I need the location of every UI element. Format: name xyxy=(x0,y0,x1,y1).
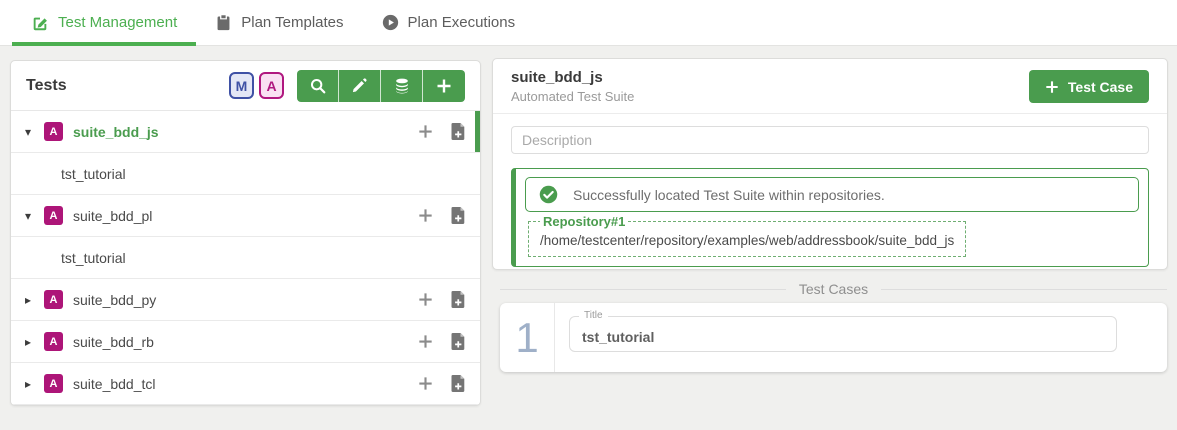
add-test-case-label: Test Case xyxy=(1068,79,1133,95)
add-suite-button[interactable] xyxy=(423,70,465,102)
chevron-right-icon[interactable]: ▸ xyxy=(25,377,44,391)
play-circle-icon xyxy=(382,14,399,31)
chevron-right-icon[interactable]: ▸ xyxy=(25,335,44,349)
automated-badge: A xyxy=(44,374,63,393)
test-cases-divider-label: Test Cases xyxy=(799,281,868,297)
import-file-icon[interactable] xyxy=(451,123,466,140)
app-window: Test Management Plan Templates Plan Exec… xyxy=(0,0,1177,430)
repository-fieldset: Repository#1 /home/testcenter/repository… xyxy=(528,214,966,257)
row-actions xyxy=(417,207,466,224)
tab-plan-executions[interactable]: Plan Executions xyxy=(363,0,535,46)
tests-panel-title: Tests xyxy=(26,77,229,95)
divider-line xyxy=(500,289,786,290)
suite-name: suite_bdd_js xyxy=(73,124,159,140)
suite-subtitle: Automated Test Suite xyxy=(511,89,634,104)
description-input[interactable] xyxy=(511,126,1149,154)
add-test-icon[interactable] xyxy=(417,333,434,350)
suite-title: suite_bdd_js xyxy=(511,69,634,86)
tab-test-management[interactable]: Test Management xyxy=(12,0,196,46)
suite-detail-header: suite_bdd_js Automated Test Suite Test C… xyxy=(493,59,1167,114)
repository-button[interactable] xyxy=(381,70,423,102)
repository-label: Repository#1 xyxy=(540,214,628,229)
automated-badge: A xyxy=(44,332,63,351)
automated-badge: A xyxy=(44,206,63,225)
tab-label: Test Management xyxy=(58,14,177,31)
add-test-icon[interactable] xyxy=(417,207,434,224)
divider-line xyxy=(881,289,1167,290)
import-file-icon[interactable] xyxy=(451,207,466,224)
tests-toolbar xyxy=(297,70,465,102)
search-button[interactable] xyxy=(297,70,339,102)
suite-detail-body: Successfully located Test Suite within r… xyxy=(493,114,1167,279)
import-file-icon[interactable] xyxy=(451,291,466,308)
add-test-case-button[interactable]: Test Case xyxy=(1029,70,1149,103)
test-case-card: 1 Title xyxy=(500,303,1167,372)
chevron-down-icon[interactable]: ▾ xyxy=(25,125,44,139)
tree-item-suite_bdd_js[interactable]: ▾ A suite_bdd_js xyxy=(11,111,480,153)
import-file-icon[interactable] xyxy=(451,375,466,392)
test-name: tst_tutorial xyxy=(61,250,126,266)
filter-automated-badge[interactable]: A xyxy=(259,72,284,99)
row-actions xyxy=(417,291,466,308)
suite-name: suite_bdd_rb xyxy=(73,334,154,350)
tab-label: Plan Executions xyxy=(408,14,516,31)
top-nav: Test Management Plan Templates Plan Exec… xyxy=(0,0,1177,46)
tests-panel: Tests M A xyxy=(10,60,481,406)
row-actions xyxy=(417,333,466,350)
tree-item-suite_bdd_tcl[interactable]: ▸ A suite_bdd_tcl xyxy=(11,363,480,405)
repository-path: /home/testcenter/repository/examples/web… xyxy=(540,233,954,248)
title-field-label: Title xyxy=(579,310,608,321)
tree-item-tst_tutorial[interactable]: tst_tutorial xyxy=(11,237,480,279)
success-alert: Successfully located Test Suite within r… xyxy=(525,177,1139,212)
tab-label: Plan Templates xyxy=(241,14,343,31)
repository-status-panel: Successfully located Test Suite within r… xyxy=(511,168,1149,267)
test-cases-divider: Test Cases xyxy=(500,281,1167,297)
search-icon xyxy=(309,77,327,95)
clipboard-icon xyxy=(215,14,232,31)
test-case-number: 1 xyxy=(500,303,555,372)
success-message: Successfully located Test Suite within r… xyxy=(573,187,885,203)
title-field: Title xyxy=(569,316,1117,352)
automated-badge: A xyxy=(44,122,63,141)
test-case-title-input[interactable] xyxy=(569,316,1117,352)
tree-item-tst_tutorial[interactable]: tst_tutorial xyxy=(11,153,480,195)
plus-icon xyxy=(436,78,452,94)
suite-name: suite_bdd_tcl xyxy=(73,376,156,392)
test-case-content: Title xyxy=(555,303,1117,372)
plus-icon xyxy=(1045,80,1059,94)
add-test-icon[interactable] xyxy=(417,291,434,308)
test-name: tst_tutorial xyxy=(61,166,126,182)
suite-name: suite_bdd_py xyxy=(73,292,156,308)
tree-item-suite_bdd_rb[interactable]: ▸ A suite_bdd_rb xyxy=(11,321,480,363)
import-file-icon[interactable] xyxy=(451,333,466,350)
edit-square-icon xyxy=(31,14,49,32)
row-actions xyxy=(417,375,466,392)
tree-item-suite_bdd_py[interactable]: ▸ A suite_bdd_py xyxy=(11,279,480,321)
add-test-icon[interactable] xyxy=(417,375,434,392)
pencil-icon xyxy=(351,77,368,94)
edit-button[interactable] xyxy=(339,70,381,102)
tests-tree: ▾ A suite_bdd_js tst_tutorial ▾ A suite_… xyxy=(11,111,480,405)
filter-manual-badge[interactable]: M xyxy=(229,72,254,99)
database-icon xyxy=(393,77,411,95)
tests-panel-header: Tests M A xyxy=(11,61,480,111)
add-test-icon[interactable] xyxy=(417,123,434,140)
check-circle-icon xyxy=(539,185,558,204)
suite-detail-panel: suite_bdd_js Automated Test Suite Test C… xyxy=(492,58,1168,270)
tree-item-suite_bdd_pl[interactable]: ▾ A suite_bdd_pl xyxy=(11,195,480,237)
tab-plan-templates[interactable]: Plan Templates xyxy=(196,0,362,46)
automated-badge: A xyxy=(44,290,63,309)
chevron-right-icon[interactable]: ▸ xyxy=(25,293,44,307)
chevron-down-icon[interactable]: ▾ xyxy=(25,209,44,223)
suite-name: suite_bdd_pl xyxy=(73,208,152,224)
row-actions xyxy=(417,123,466,140)
